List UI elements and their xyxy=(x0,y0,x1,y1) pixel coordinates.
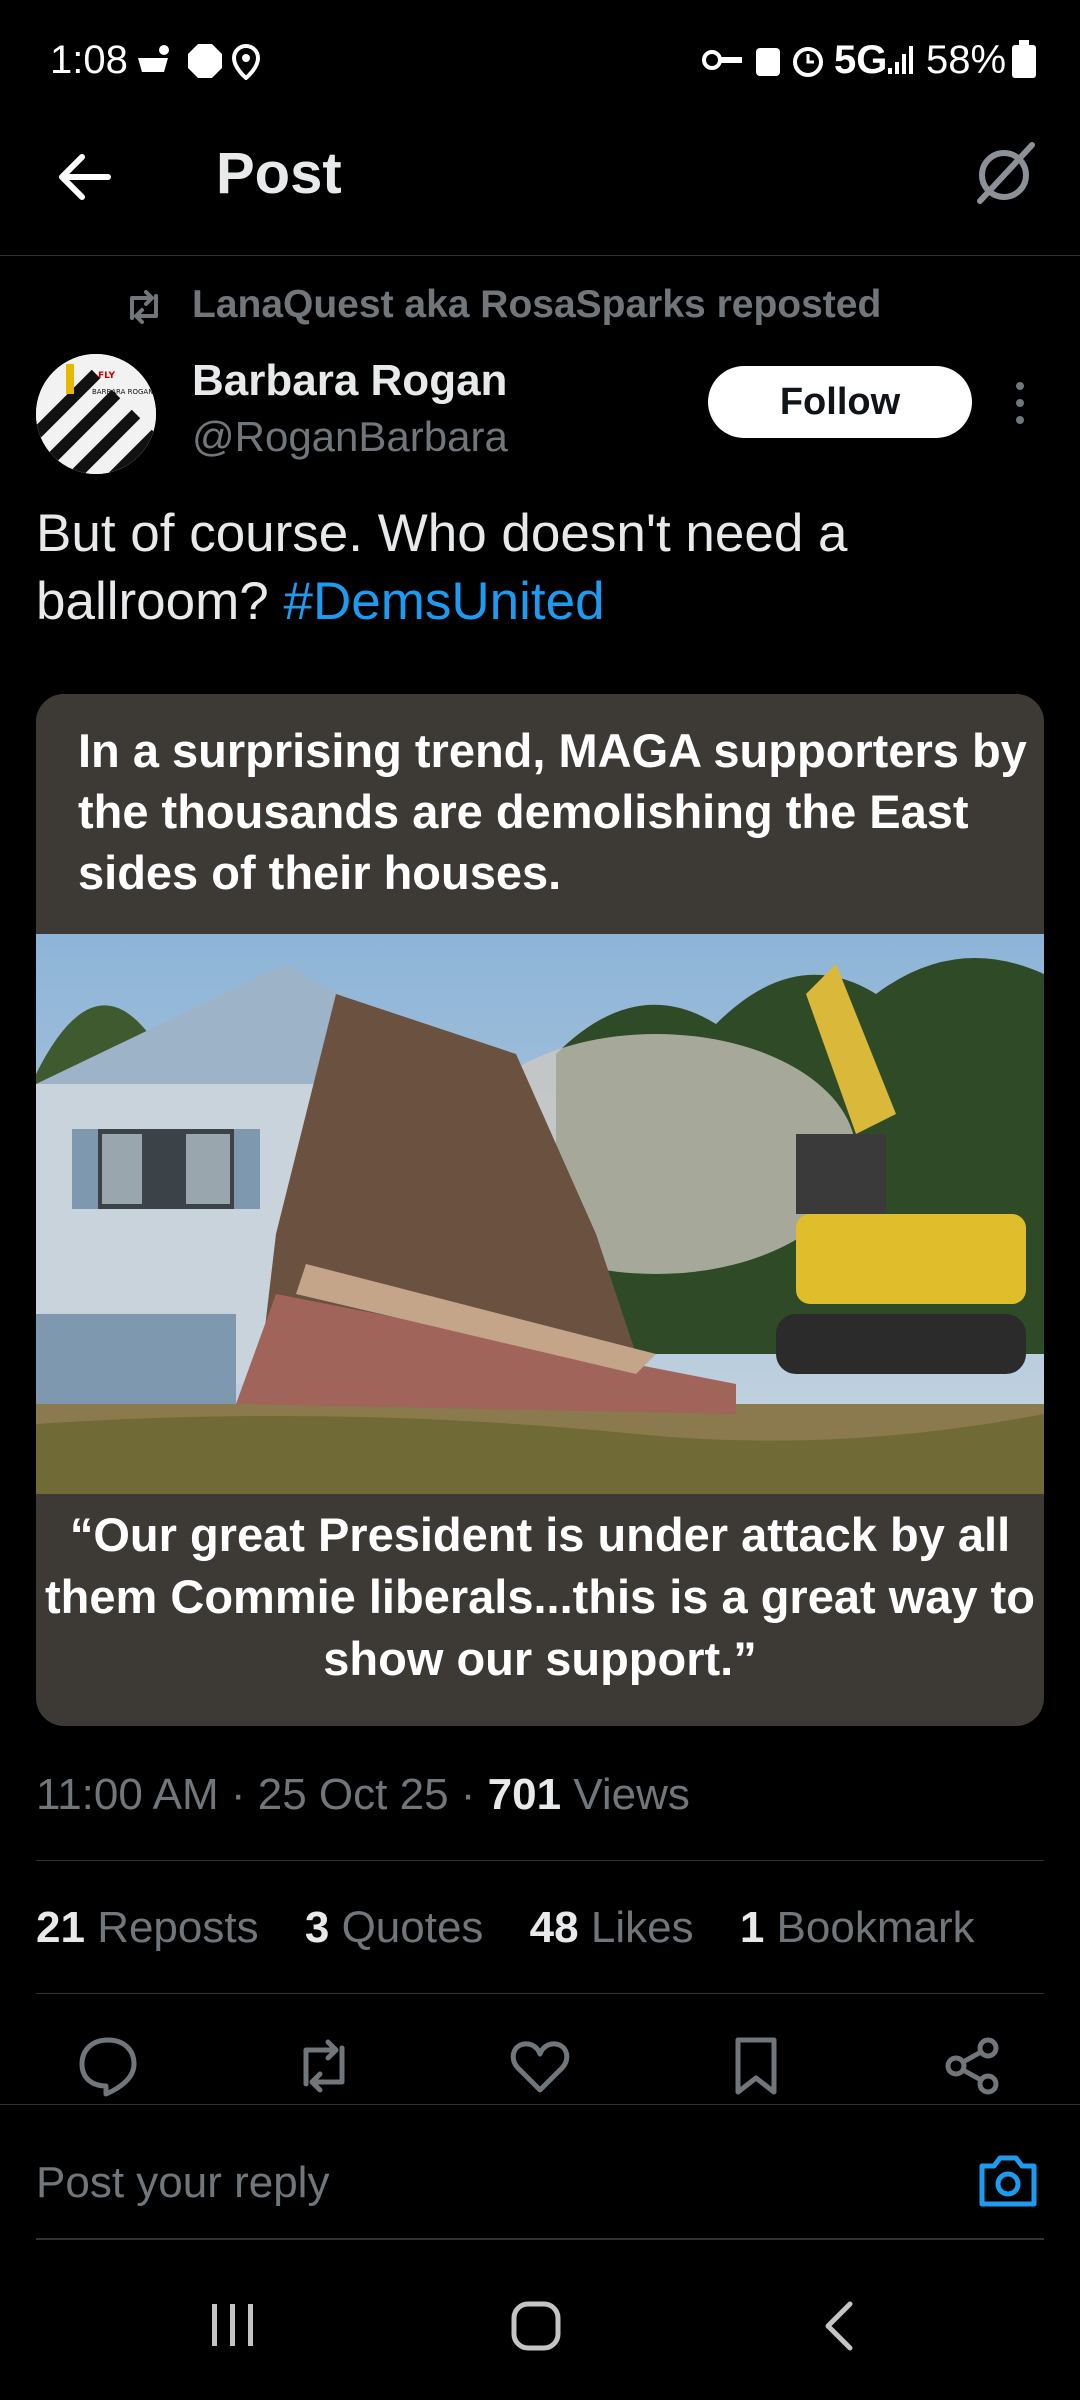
notification-icons xyxy=(138,43,261,80)
reposted-icon xyxy=(130,290,158,324)
avatar-image: FLY BARBARA ROGAN xyxy=(36,354,156,474)
post-text: But of course. Who doesn't need a ballro… xyxy=(36,500,1036,636)
post-meta: 11:00 AM · 25 Oct 25 · 701 Views xyxy=(36,1770,690,1820)
stat-quotes[interactable]: 3 Quotes xyxy=(305,1903,484,1952)
stat-bookmarks[interactable]: 1 Bookmark xyxy=(740,1903,975,1952)
post-time: 11:00 AM xyxy=(36,1770,219,1819)
post-header xyxy=(0,120,1080,256)
battery-icon xyxy=(1012,40,1036,78)
system-status-icons xyxy=(702,47,823,77)
meta-separator: · xyxy=(230,1770,246,1819)
post-media[interactable]: In a surprising trend, MAGA supporters b… xyxy=(36,694,1044,1726)
meta-separator: · xyxy=(460,1770,476,1819)
views-label: Views xyxy=(573,1770,690,1819)
divider xyxy=(36,1860,1044,1861)
media-header-panel: In a surprising trend, MAGA supporters b… xyxy=(36,694,1044,934)
network-label: 5G xyxy=(834,38,888,82)
divider xyxy=(36,1993,1044,1994)
reposted-by-text[interactable]: LanaQuest aka RosaSparks reposted xyxy=(192,283,881,327)
engagement-stats: 21 Reposts 3 Quotes 48 Likes 1 Bookmark xyxy=(36,1903,975,1953)
reply-input[interactable]: Post your reply xyxy=(36,2158,329,2208)
signal-icon xyxy=(888,46,913,74)
reply-icon[interactable] xyxy=(76,2034,140,2098)
hashtag-link[interactable]: #DemsUnited xyxy=(283,572,604,631)
share-icon[interactable] xyxy=(940,2034,1004,2098)
back-nav-icon[interactable] xyxy=(820,2300,860,2352)
arrow-left-icon[interactable] xyxy=(52,145,116,209)
author-handle[interactable]: @RoganBarbara xyxy=(192,413,508,461)
avatar[interactable]: FLY BARBARA ROGAN xyxy=(36,354,156,474)
like-icon[interactable] xyxy=(508,2034,572,2098)
page-title: Post xyxy=(216,141,342,206)
post-date: 25 Oct 25 xyxy=(257,1770,449,1819)
media-headline: In a surprising trend, MAGA supporters b… xyxy=(78,724,1027,899)
repost-icon[interactable] xyxy=(292,2034,356,2098)
battery-percent: 58% xyxy=(926,38,1007,82)
camera-icon[interactable] xyxy=(976,2152,1040,2210)
svg-text:BARBARA ROGAN: BARBARA ROGAN xyxy=(92,388,153,396)
stat-reposts[interactable]: 21 Reposts xyxy=(36,1903,259,1952)
stat-likes[interactable]: 48 Likes xyxy=(530,1903,694,1952)
author-name[interactable]: Barbara Rogan xyxy=(192,356,507,406)
status-time: 1:08 xyxy=(50,38,128,82)
grok-icon[interactable] xyxy=(974,137,1038,207)
bookmark-icon[interactable] xyxy=(724,2034,788,2098)
follow-button[interactable]: Follow xyxy=(708,366,972,438)
demolition-photo xyxy=(36,934,1044,1494)
more-options-icon[interactable] xyxy=(1008,380,1032,426)
media-quote: “Our great President is under attack by … xyxy=(45,1508,1035,1685)
svg-text:FLY: FLY xyxy=(98,371,115,381)
status-bar: 1:08 5G 58% xyxy=(0,0,1080,120)
views-count: 701 xyxy=(487,1770,562,1819)
home-icon[interactable] xyxy=(510,2300,562,2352)
system-nav-bar xyxy=(0,2240,1080,2400)
recent-apps-icon[interactable] xyxy=(208,2300,258,2350)
